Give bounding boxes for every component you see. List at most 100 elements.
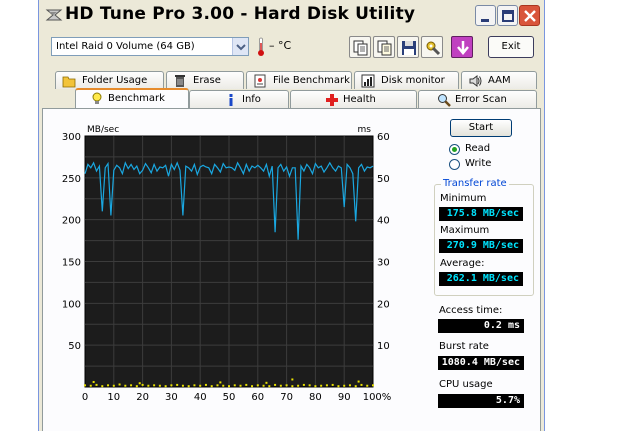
file-benchmark-icon <box>254 74 266 88</box>
maximize-button[interactable] <box>497 5 518 26</box>
tab-error-scan[interactable]: Error Scan <box>418 90 537 108</box>
tab-file-benchmark[interactable]: File Benchmark <box>246 71 352 89</box>
drive-select[interactable]: Intel Raid 0 Volume (64 GB) <box>51 37 249 56</box>
health-cross-icon <box>326 94 338 106</box>
tab-label: Error Scan <box>455 94 507 105</box>
chart-y-tick: 100 <box>62 299 81 310</box>
access-time-point <box>239 384 242 387</box>
access-time-point <box>138 382 141 385</box>
magnifier-icon <box>438 94 451 107</box>
speaker-icon <box>469 75 482 87</box>
drive-select-arrow[interactable] <box>232 38 248 55</box>
cpu-usage-value: 5.7% <box>438 394 524 408</box>
access-time-point <box>274 383 277 386</box>
access-time-point <box>187 385 190 388</box>
tab-label: AAM <box>488 75 511 86</box>
write-radio-label: Write <box>465 158 492 169</box>
chart-y-tick: 200 <box>62 216 81 227</box>
tab-benchmark[interactable]: Benchmark <box>75 88 189 108</box>
access-time-point <box>181 384 184 387</box>
copy-icon <box>353 40 368 56</box>
access-time-point <box>199 384 202 387</box>
access-time-point <box>153 384 156 387</box>
tab-info[interactable]: Info <box>189 90 289 108</box>
toolbar: Intel Raid 0 Volume (64 GB) – °C Exit <box>39 30 544 64</box>
tab-health[interactable]: Health <box>290 90 417 108</box>
chart-y2-tick: 40 <box>377 216 390 227</box>
access-time-value: 0.2 ms <box>438 319 524 333</box>
access-time-point <box>216 384 219 387</box>
benchmark-chart-svg: MB/sec ms300250200150100506050403020100 10… <box>62 125 391 403</box>
chart-y-tick: 300 <box>62 132 81 143</box>
tab-aam[interactable]: AAM <box>461 71 537 89</box>
access-time-point <box>372 384 374 387</box>
write-radio[interactable]: Write <box>449 158 529 172</box>
tab-erase[interactable]: Erase <box>166 71 244 89</box>
benchmark-chart: MB/sec ms 300 250 200 150 100 50 60 50 40 30 20 10 0 10… <box>47 119 419 409</box>
chart-x-tick: 70 <box>280 392 293 403</box>
access-time-point <box>325 384 328 387</box>
access-time-point <box>170 384 173 387</box>
transfer-rate-group: Transfer rate Minimum 175.8 MB/sec Maxim… <box>434 178 534 296</box>
window-title: HD Tune Pro 3.00 - Hard Disk Utility <box>65 4 416 24</box>
access-time-point <box>337 385 340 388</box>
access-time-point <box>101 385 104 388</box>
hdtune-window: HD Tune Pro 3.00 - Hard Disk Utility Int… <box>38 0 545 431</box>
minimize-icon <box>481 19 489 22</box>
minimize-button[interactable] <box>475 5 496 26</box>
tab-label: Folder Usage <box>82 75 148 86</box>
access-time-point <box>354 385 357 388</box>
tab-label: Info <box>242 94 261 105</box>
tab-disk-monitor[interactable]: Disk monitor <box>354 71 459 89</box>
access-time-point <box>291 378 294 381</box>
access-time-point <box>210 385 213 388</box>
start-button[interactable]: Start <box>450 119 512 137</box>
read-radio[interactable]: Read <box>449 143 529 157</box>
tab-label: Disk monitor <box>381 75 445 86</box>
chart-y2-tick: 20 <box>377 299 390 310</box>
chart-x-tick: 10 <box>107 392 120 403</box>
transfer-rate-title: Transfer rate <box>441 178 509 189</box>
access-time-point <box>256 384 259 387</box>
chart-x-tick: 50 <box>223 392 236 403</box>
access-time-point <box>141 383 144 386</box>
minimum-value: 175.8 MB/sec <box>439 207 523 221</box>
access-time-point <box>265 381 268 384</box>
tab-label: File Benchmark <box>273 75 350 86</box>
tab-label: Erase <box>193 75 221 86</box>
close-icon <box>524 10 536 22</box>
drive-select-value: Intel Raid 0 Volume (64 GB) <box>56 41 195 52</box>
info-icon <box>229 94 233 106</box>
average-label: Average: <box>440 258 485 269</box>
thermometer-icon <box>258 37 264 56</box>
access-time-point <box>302 383 305 386</box>
average-value: 262.1 MB/sec <box>439 272 523 286</box>
copy-all-button[interactable] <box>373 36 395 58</box>
access-time-label: Access time: <box>439 305 503 316</box>
access-time-point <box>84 384 86 387</box>
copy-info-button[interactable] <box>349 36 371 58</box>
title-bar[interactable]: HD Tune Pro 3.00 - Hard Disk Utility <box>39 0 544 30</box>
read-radio-dot[interactable] <box>449 144 460 155</box>
access-time-point <box>251 385 254 388</box>
options-button[interactable] <box>421 36 443 58</box>
chart-left-unit: MB/sec <box>87 125 119 135</box>
access-time-point <box>204 383 207 386</box>
update-button[interactable] <box>451 36 473 58</box>
access-time-point <box>314 385 317 388</box>
access-time-point <box>308 384 311 387</box>
save-button[interactable] <box>397 36 419 58</box>
chart-right-unit: ms <box>358 125 372 135</box>
tab-folder-usage[interactable]: Folder Usage <box>55 71 164 89</box>
access-time-point <box>89 384 92 387</box>
burst-rate-value: 1080.4 MB/sec <box>438 356 524 370</box>
access-time-point <box>95 383 98 386</box>
write-radio-dot[interactable] <box>449 159 460 170</box>
access-time-point <box>291 385 294 388</box>
exit-button[interactable]: Exit <box>488 36 534 58</box>
access-time-point <box>245 383 248 386</box>
close-button[interactable] <box>519 5 540 26</box>
access-time-point <box>147 384 150 387</box>
maximum-label: Maximum <box>440 225 490 236</box>
chart-x-tick: 30 <box>165 392 178 403</box>
